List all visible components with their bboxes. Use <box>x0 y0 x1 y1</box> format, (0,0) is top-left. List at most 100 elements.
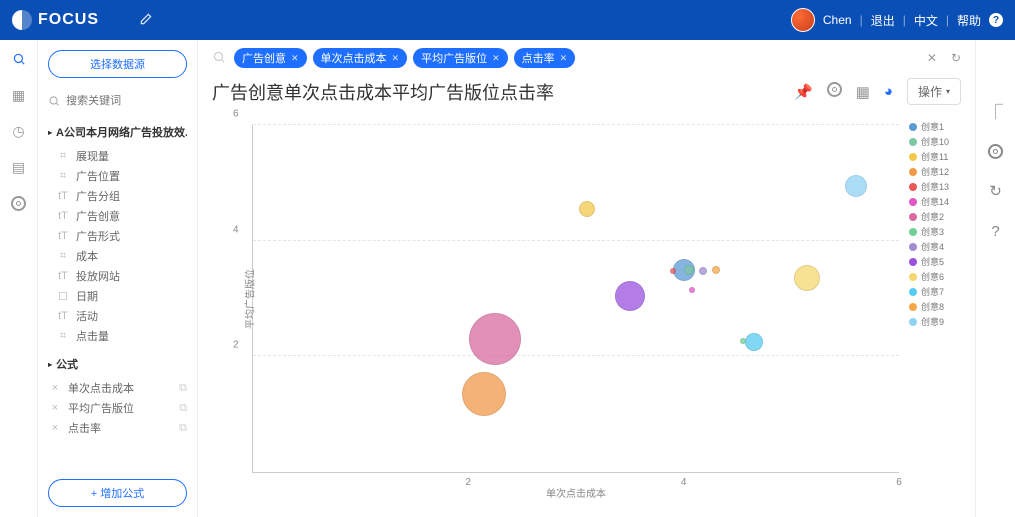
query-pill[interactable]: 点击率✕ <box>514 48 576 68</box>
pin-icon[interactable]: 📌 <box>794 83 813 101</box>
query-search-icon[interactable] <box>212 50 226 67</box>
data-bubble[interactable] <box>462 372 506 416</box>
sidebar-search[interactable] <box>48 94 187 108</box>
nav-clock-icon[interactable]: ◷ <box>10 122 28 140</box>
legend-label: 创意13 <box>921 180 949 193</box>
sidebar-search-input[interactable] <box>66 95 187 107</box>
copy-icon[interactable]: ⧉ <box>179 402 187 415</box>
tool-axis-icon[interactable]: ⎾ <box>985 100 1007 122</box>
field-type-icon: ☐ <box>56 290 70 303</box>
config-icon[interactable] <box>827 82 842 101</box>
field-item[interactable]: ⌗点击量 <box>56 326 187 346</box>
nav-chart-icon[interactable]: ▦ <box>10 86 28 104</box>
formula-head[interactable]: 公式 <box>48 356 187 372</box>
operations-button[interactable]: 操作 ▾ <box>907 78 961 105</box>
x-tick: 2 <box>466 477 472 488</box>
pill-remove-icon[interactable]: ✕ <box>291 53 299 64</box>
add-formula-button[interactable]: + 增加公式 <box>48 479 187 507</box>
legend-item[interactable]: 创意3 <box>909 224 961 239</box>
help-badge-icon[interactable]: ? <box>989 13 1003 27</box>
legend-item[interactable]: 创意13 <box>909 179 961 194</box>
nav-rail: ▦ ◷ ▤ <box>0 40 38 517</box>
brand-logo[interactable]: FOCUS <box>12 10 99 30</box>
edit-icon[interactable] <box>139 12 153 29</box>
field-item[interactable]: ⌗成本 <box>56 246 187 266</box>
copy-icon[interactable]: ⧉ <box>179 422 187 435</box>
legend-item[interactable]: 创意11 <box>909 149 961 164</box>
select-datasource-button[interactable]: 选择数据源 <box>48 50 187 78</box>
nav-stack-icon[interactable]: ▤ <box>10 158 28 176</box>
legend-item[interactable]: 创意8 <box>909 299 961 314</box>
pill-remove-icon[interactable]: ✕ <box>492 53 500 64</box>
query-pill[interactable]: 平均广告版位✕ <box>413 48 508 68</box>
nav-search-icon[interactable] <box>10 50 28 68</box>
legend-item[interactable]: 创意2 <box>909 209 961 224</box>
query-pill[interactable]: 广告创意✕ <box>234 48 307 68</box>
data-bubble[interactable] <box>670 268 676 274</box>
clear-query-icon[interactable]: ✕ <box>927 51 937 65</box>
pill-remove-icon[interactable]: ✕ <box>392 53 400 64</box>
legend-item[interactable]: 创意4 <box>909 239 961 254</box>
legend-label: 创意4 <box>921 240 944 253</box>
formula-x-icon: × <box>48 402 62 414</box>
refresh-query-icon[interactable]: ↻ <box>951 51 961 65</box>
field-type-icon: tT <box>56 210 70 222</box>
field-item[interactable]: tT广告创意 <box>56 206 187 226</box>
field-item[interactable]: ☐日期 <box>56 286 187 306</box>
field-item[interactable]: ⌗广告位置 <box>56 166 187 186</box>
field-item[interactable]: ⌗展现量 <box>56 146 187 166</box>
copy-icon[interactable]: ⧉ <box>179 382 187 395</box>
table-view-icon[interactable]: ▦ <box>856 83 870 101</box>
data-bubble[interactable] <box>689 287 695 293</box>
legend-item[interactable]: 创意14 <box>909 194 961 209</box>
help-link[interactable]: 帮助 <box>957 12 981 29</box>
datasource-tree-head[interactable]: A公司本月网络广告投放效... <box>48 124 187 140</box>
field-type-icon: tT <box>56 270 70 282</box>
field-label: 展现量 <box>76 148 109 164</box>
formula-item[interactable]: ×点击率⧉ <box>48 418 187 438</box>
tool-refresh-icon[interactable]: ↻ <box>985 180 1007 202</box>
data-bubble[interactable] <box>745 333 763 351</box>
field-type-icon: tT <box>56 310 70 322</box>
data-bubble[interactable] <box>615 281 645 311</box>
formula-item[interactable]: ×平均广告版位⧉ <box>48 398 187 418</box>
brand-text: FOCUS <box>38 11 99 29</box>
formula-item[interactable]: ×单次点击成本⧉ <box>48 378 187 398</box>
legend-dot-icon <box>909 228 917 236</box>
data-bubble[interactable] <box>794 265 820 291</box>
legend-item[interactable]: 创意12 <box>909 164 961 179</box>
legend-item[interactable]: 创意10 <box>909 134 961 149</box>
pill-label: 单次点击成本 <box>321 50 387 66</box>
legend-item[interactable]: 创意1 <box>909 119 961 134</box>
data-bubble[interactable] <box>712 266 720 274</box>
legend-label: 创意2 <box>921 210 944 223</box>
legend-item[interactable]: 创意5 <box>909 254 961 269</box>
legend-item[interactable]: 创意9 <box>909 314 961 329</box>
user-name[interactable]: Chen <box>823 13 852 27</box>
query-pill[interactable]: 单次点击成本 ✕ <box>313 48 408 68</box>
legend-item[interactable]: 创意7 <box>909 284 961 299</box>
data-bubble[interactable] <box>699 267 707 275</box>
field-item[interactable]: tT活动 <box>56 306 187 326</box>
tool-gear-icon[interactable] <box>985 140 1007 162</box>
lang-link[interactable]: 中文 <box>914 12 938 29</box>
data-bubble[interactable] <box>684 265 694 275</box>
data-bubble[interactable] <box>469 313 521 365</box>
chart-view-icon[interactable]: ◕ <box>884 83 893 100</box>
avatar[interactable] <box>791 8 815 32</box>
field-item[interactable]: tT广告分组 <box>56 186 187 206</box>
tool-help-icon[interactable]: ? <box>985 220 1007 242</box>
data-bubble[interactable] <box>845 175 867 197</box>
field-item[interactable]: tT投放网站 <box>56 266 187 286</box>
legend-dot-icon <box>909 198 917 206</box>
chart-legend: 创意1创意10创意11创意12创意13创意14创意2创意3创意4创意5创意6创意… <box>909 115 961 503</box>
data-bubble[interactable] <box>579 201 595 217</box>
field-item[interactable]: tT广告形式 <box>56 226 187 246</box>
nav-settings-icon[interactable] <box>10 194 28 212</box>
pill-remove-icon[interactable]: ✕ <box>560 53 568 64</box>
logout-link[interactable]: 退出 <box>871 12 895 29</box>
chart-canvas[interactable]: 平均广告版位 单次点击成本 246246 <box>252 125 899 473</box>
legend-dot-icon <box>909 243 917 251</box>
x-axis-label: 单次点击成本 <box>546 485 606 500</box>
legend-item[interactable]: 创意6 <box>909 269 961 284</box>
